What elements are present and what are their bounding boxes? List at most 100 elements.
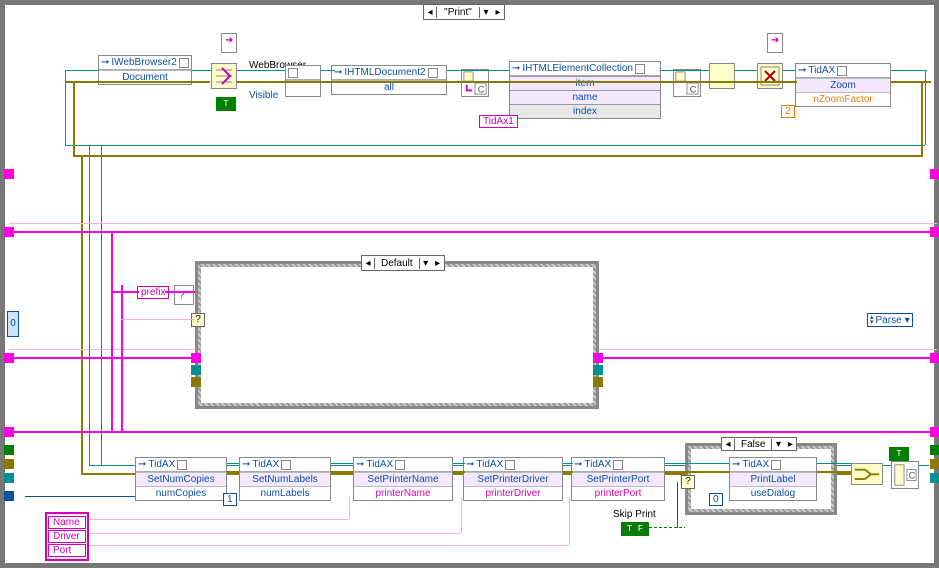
case-prev-icon[interactable]: ◂ bbox=[424, 5, 436, 19]
refnum-icon bbox=[179, 58, 189, 68]
case-selector-terminal-icon: ? bbox=[191, 313, 205, 327]
row-param[interactable]: printerName bbox=[354, 486, 452, 500]
refnum-icon bbox=[613, 460, 623, 470]
invoke-node-setprinterdriver[interactable]: ➞TidAX SetPrinterDriver printerDriver bbox=[463, 457, 563, 501]
case-next-icon[interactable]: ▸ bbox=[432, 256, 444, 270]
close-reference-func bbox=[757, 63, 783, 89]
case-selector-outer[interactable]: ◂ "Print" ▾ ▸ bbox=[423, 4, 505, 20]
merge-errors-func bbox=[851, 463, 883, 485]
case-prev-icon[interactable]: ◂ bbox=[362, 256, 374, 270]
tidax-class: TidAX bbox=[252, 459, 279, 470]
ihtmlelem-item[interactable]: item bbox=[510, 76, 660, 90]
wire-magenta-bus bbox=[9, 231, 937, 233]
tidax-zoom-param[interactable]: nZoomFactor bbox=[796, 92, 890, 106]
variant-to-data-func-2: C bbox=[673, 69, 701, 97]
zoom-factor-constant[interactable]: 2 bbox=[781, 105, 795, 118]
tunnel bbox=[593, 377, 603, 387]
ihtmlelem-index[interactable]: index bbox=[510, 104, 660, 118]
tidax-class: TidAX bbox=[148, 459, 175, 470]
parse-enum-constant[interactable]: ▴▾ Parse ▾ bbox=[867, 313, 913, 327]
build-cluster-func: C bbox=[891, 461, 919, 489]
row-method[interactable]: SetPrinterPort bbox=[572, 472, 664, 486]
case-dropdown-icon[interactable]: ▾ bbox=[420, 256, 432, 270]
to-more-specific-icon-2 bbox=[767, 33, 783, 53]
tunnel bbox=[191, 353, 201, 363]
row-param[interactable]: useDialog bbox=[730, 486, 816, 500]
wire-error bbox=[891, 81, 931, 83]
invoke-node-printlabel[interactable]: ➞TidAX PrintLabel useDialog bbox=[729, 457, 817, 501]
skip-print-bool[interactable]: T F bbox=[621, 522, 649, 536]
case-prev-icon[interactable]: ◂ bbox=[722, 437, 734, 451]
invoke-node-setnumcopies[interactable]: ➞TidAX SetNumCopies numCopies bbox=[135, 457, 227, 501]
case-structure-outer: ◂ "Print" ▾ ▸ ➞ IWebBrowser2 Document T … bbox=[0, 0, 939, 568]
concat-func: ? bbox=[174, 285, 194, 305]
to-more-specific-icon bbox=[221, 33, 237, 53]
wire-error bbox=[73, 81, 75, 155]
tidax1-string-constant[interactable]: TidAx1 bbox=[479, 115, 518, 128]
automation-arrow-icon: ➞ bbox=[798, 65, 806, 76]
row-method[interactable]: SetNumCopies bbox=[136, 472, 226, 486]
wire-pink bbox=[89, 533, 461, 534]
tunnel bbox=[930, 445, 939, 455]
wire-error bbox=[453, 471, 465, 473]
cluster-driver: Driver bbox=[48, 530, 86, 543]
tidax-zoom-method[interactable]: Zoom bbox=[796, 78, 890, 92]
wire-teal bbox=[65, 70, 98, 71]
wire-magenta bbox=[111, 291, 139, 293]
tunnel bbox=[191, 365, 201, 375]
invoke-node-setprinterport[interactable]: ➞TidAX SetPrinterPort printerPort bbox=[571, 457, 665, 501]
wire-teal bbox=[331, 463, 353, 464]
refnum-icon bbox=[177, 460, 187, 470]
invoke-node-setnumlabels[interactable]: ➞TidAX SetNumLabels numLabels bbox=[239, 457, 331, 501]
tunnel bbox=[930, 169, 939, 179]
row-param[interactable]: printerPort bbox=[572, 486, 664, 500]
shift-register-icon: 0 bbox=[7, 311, 19, 337]
case-dropdown-icon[interactable]: ▾ bbox=[480, 5, 492, 19]
invoke-node-setprintername[interactable]: ➞TidAX SetPrinterName printerName bbox=[353, 457, 453, 501]
refnum-icon bbox=[635, 64, 645, 74]
bool-true-constant-2[interactable]: T bbox=[889, 447, 909, 461]
zero-constant[interactable]: 0 bbox=[709, 493, 723, 506]
case-selector-middle[interactable]: ◂ Default ▾ ▸ bbox=[361, 255, 445, 271]
bool-true-constant[interactable]: T bbox=[216, 97, 236, 111]
wire-error bbox=[227, 471, 239, 473]
wire-error bbox=[81, 155, 83, 475]
cluster-constant-printer[interactable]: Name Driver Port bbox=[45, 512, 89, 561]
row-param[interactable]: printerDriver bbox=[464, 486, 562, 500]
invoke-node-tidax-zoom[interactable]: ➞ TidAX Zoom nZoomFactor bbox=[795, 63, 891, 107]
row-param[interactable]: numCopies bbox=[136, 486, 226, 500]
case-dropdown-icon[interactable]: ▾ bbox=[772, 437, 784, 451]
one-constant[interactable]: 1 bbox=[223, 493, 237, 506]
ihtmlelementcollection-class: IHTMLElementCollection bbox=[522, 63, 633, 74]
dropdown-icon[interactable]: ▾ bbox=[905, 315, 910, 326]
case-next-icon[interactable]: ▸ bbox=[492, 5, 504, 19]
tidax-zoom-class: TidAX bbox=[808, 65, 835, 76]
wire-teal bbox=[101, 145, 102, 465]
case-selector-inner[interactable]: ◂ False ▾ ▸ bbox=[721, 437, 797, 451]
updown-icon[interactable]: ▴▾ bbox=[870, 315, 874, 325]
invoke-node-ihtmldocument2[interactable]: ➞ IHTMLDocument2 all bbox=[331, 65, 447, 95]
wire-teal bbox=[447, 70, 509, 71]
wire-pink bbox=[461, 497, 462, 533]
case-next-icon[interactable]: ▸ bbox=[784, 437, 796, 451]
tunnel bbox=[930, 459, 939, 469]
invoke-node-ihtmlelementcollection[interactable]: ➞ IHTMLElementCollection item name index bbox=[509, 61, 661, 119]
ihtmlelem-name[interactable]: name bbox=[510, 90, 660, 104]
wire-error bbox=[665, 471, 729, 473]
wire-teal bbox=[735, 70, 757, 71]
refnum-icon bbox=[395, 460, 405, 470]
case-selector-terminal-icon: ? bbox=[681, 475, 695, 489]
wire-magenta bbox=[165, 291, 195, 293]
automation-arrow-icon: ➞ bbox=[512, 63, 520, 74]
tidax-class: TidAX bbox=[742, 459, 769, 470]
row-method[interactable]: SetNumLabels bbox=[240, 472, 330, 486]
wire-teal bbox=[65, 145, 925, 146]
wire-pink bbox=[9, 223, 937, 224]
row-method[interactable]: PrintLabel bbox=[730, 472, 816, 486]
tunnel bbox=[4, 427, 14, 437]
wire-blue bbox=[25, 496, 135, 497]
row-method[interactable]: SetPrinterName bbox=[354, 472, 452, 486]
row-method[interactable]: SetPrinterDriver bbox=[464, 472, 562, 486]
wire-error bbox=[65, 81, 210, 83]
row-param[interactable]: numLabels bbox=[240, 486, 330, 500]
